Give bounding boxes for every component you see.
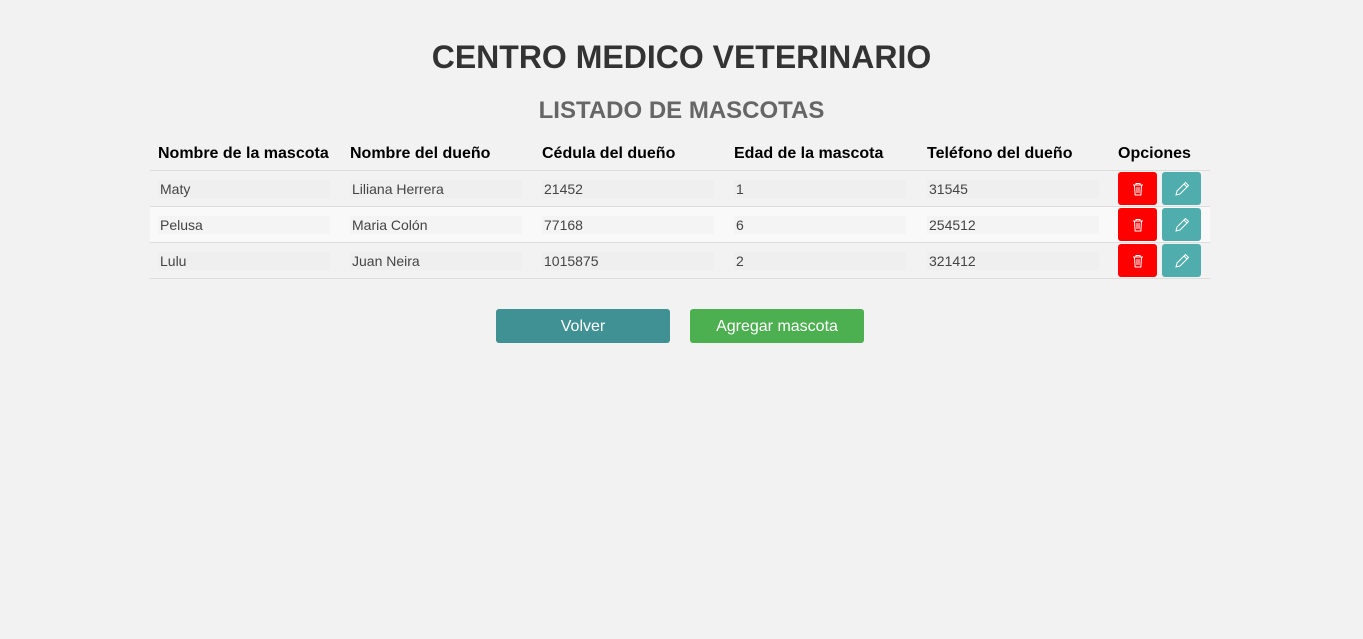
back-button[interactable]: Volver xyxy=(496,309,670,343)
page-actions: Volver Agregar mascota xyxy=(496,309,864,343)
column-header-owner-phone: Teléfono del dueño xyxy=(919,138,1110,171)
add-pet-button[interactable]: Agregar mascota xyxy=(690,309,864,343)
pet-age-cell: 1 xyxy=(734,179,906,198)
owner-name-cell: Maria Colón xyxy=(350,215,522,234)
column-header-owner-name: Nombre del dueño xyxy=(342,138,534,171)
table-row: Lulu Juan Neira 1015875 2 321412 xyxy=(150,242,1210,279)
table-row: Pelusa Maria Colón 77168 6 254512 xyxy=(150,206,1210,243)
section-title: LISTADO DE MASCOTAS xyxy=(538,97,825,124)
pet-name-cell: Maty xyxy=(158,179,330,198)
owner-phone-cell: 254512 xyxy=(927,215,1099,234)
delete-button[interactable] xyxy=(1118,172,1157,205)
column-header-owner-id: Cédula del dueño xyxy=(534,138,726,171)
column-header-options: Opciones xyxy=(1110,138,1210,171)
trash-icon xyxy=(1132,218,1143,231)
table-header-row: Nombre de la mascota Nombre del dueño Cé… xyxy=(150,138,1210,171)
column-header-pet-name: Nombre de la mascota xyxy=(150,138,342,171)
column-header-pet-age: Edad de la mascota xyxy=(726,138,919,171)
pencil-icon xyxy=(1174,181,1189,196)
pet-name-cell: Lulu xyxy=(158,251,330,270)
owner-id-cell: 77168 xyxy=(542,215,714,234)
owner-id-cell: 1015875 xyxy=(542,251,714,270)
delete-button[interactable] xyxy=(1118,208,1157,241)
edit-button[interactable] xyxy=(1162,208,1201,241)
trash-icon xyxy=(1132,182,1143,195)
edit-button[interactable] xyxy=(1162,172,1201,205)
pencil-icon xyxy=(1174,253,1189,268)
pets-table-container: Nombre de la mascota Nombre del dueño Cé… xyxy=(150,138,1210,279)
owner-name-cell: Juan Neira xyxy=(350,251,522,270)
page-title: CENTRO MEDICO VETERINARIO xyxy=(431,39,932,75)
pet-age-cell: 2 xyxy=(734,251,906,270)
delete-button[interactable] xyxy=(1118,244,1157,277)
pets-table: Nombre de la mascota Nombre del dueño Cé… xyxy=(150,138,1210,279)
table-row: Maty Liliana Herrera 21452 1 31545 xyxy=(150,170,1210,207)
trash-icon xyxy=(1132,254,1143,267)
owner-name-cell: Liliana Herrera xyxy=(350,179,522,198)
owner-phone-cell: 321412 xyxy=(927,251,1099,270)
pet-name-cell: Pelusa xyxy=(158,215,330,234)
pencil-icon xyxy=(1174,217,1189,232)
pet-age-cell: 6 xyxy=(734,215,906,234)
owner-id-cell: 21452 xyxy=(542,179,714,198)
owner-phone-cell: 31545 xyxy=(927,179,1099,198)
edit-button[interactable] xyxy=(1162,244,1201,277)
